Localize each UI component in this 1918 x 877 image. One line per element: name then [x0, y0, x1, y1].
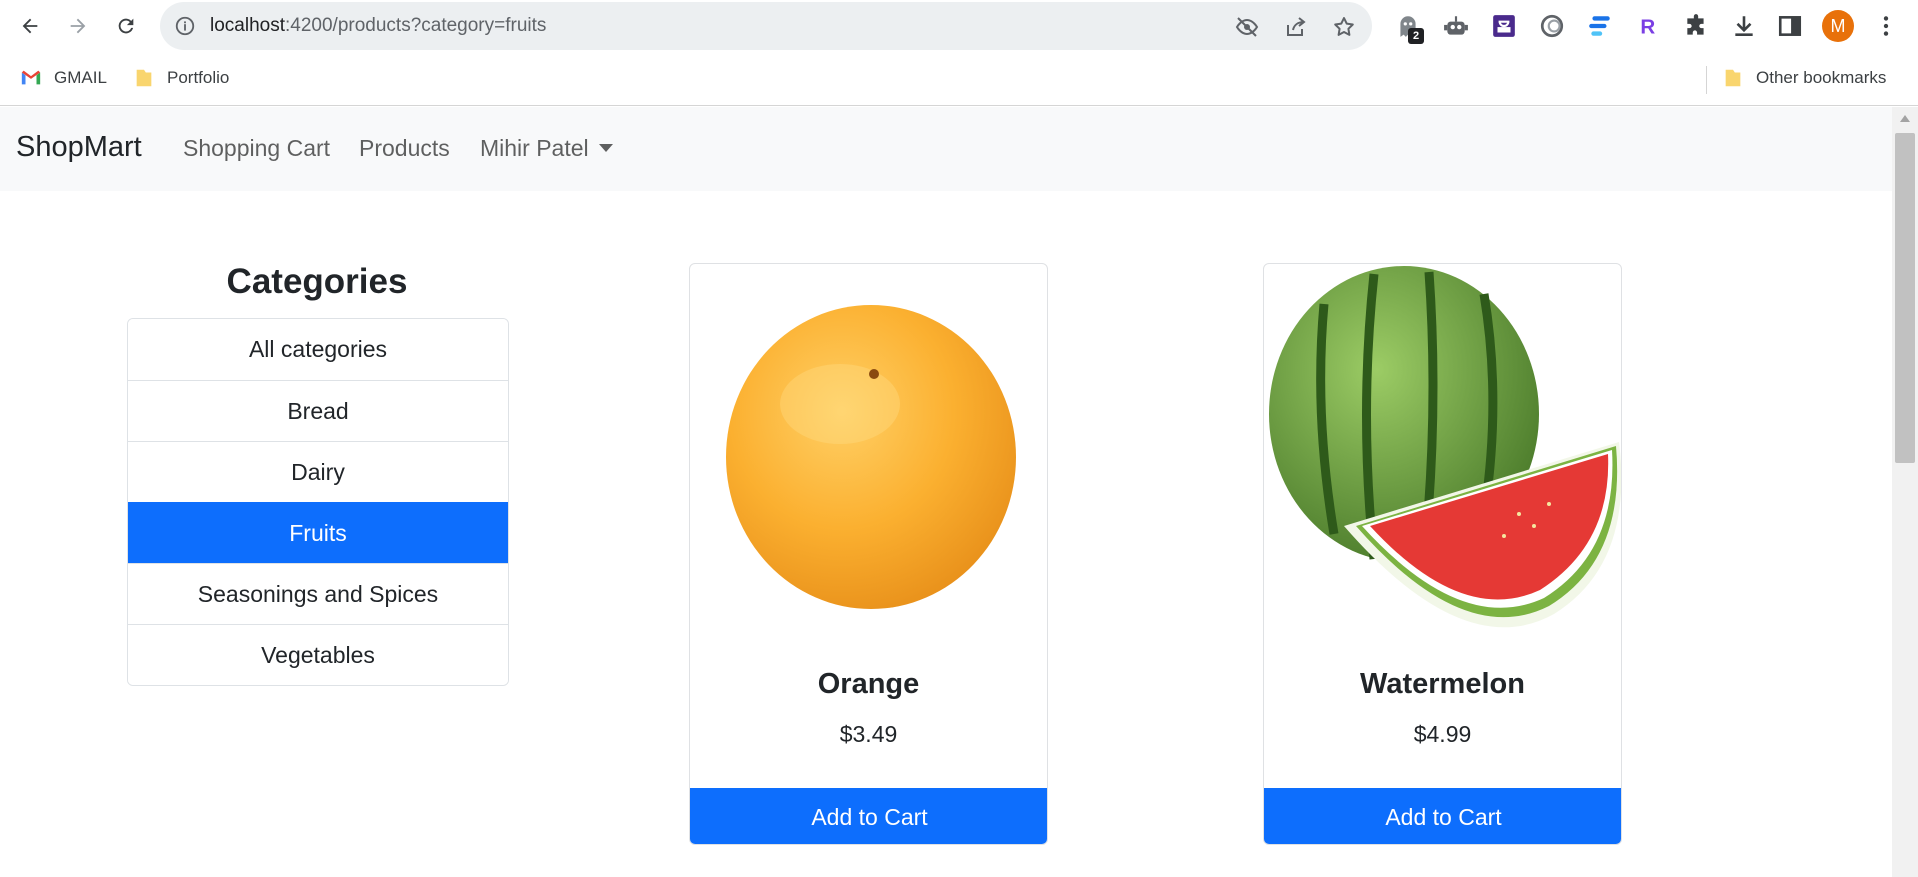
share-icon[interactable] [1284, 15, 1308, 39]
stripes-extension-button[interactable] [1586, 12, 1614, 40]
watermelon-image [1269, 266, 1621, 628]
spiral-extension-button[interactable] [1538, 12, 1566, 40]
bookmark-gmail[interactable]: GMAIL [20, 67, 107, 89]
folder-icon [1725, 69, 1741, 87]
user-menu-dropdown[interactable]: Mihir Patel [480, 135, 613, 162]
browser-menu-button[interactable] [1872, 12, 1900, 40]
puzzle-icon [1687, 14, 1704, 35]
extensions-button[interactable] [1682, 12, 1710, 40]
bag-icon [1493, 15, 1515, 37]
purple-extension-button[interactable] [1490, 12, 1518, 40]
side-panel-icon [1778, 16, 1802, 36]
robot-icon [1444, 16, 1468, 35]
product-name: Watermelon [1360, 668, 1525, 700]
brand-link[interactable]: ShopMart [16, 131, 142, 164]
gmail-icon [21, 70, 41, 85]
spiral-icon [1540, 14, 1564, 38]
star-icon[interactable] [1332, 15, 1356, 39]
bookmarks-bar: GMAIL Portfolio Other bookmarks [0, 52, 1918, 106]
info-icon[interactable] [174, 15, 196, 37]
back-button[interactable] [14, 10, 46, 42]
browser-toolbar: localhost:4200/products?category=fruits … [0, 0, 1918, 52]
side-panel-button[interactable] [1776, 12, 1804, 40]
scrollbar-thumb[interactable] [1895, 133, 1915, 463]
product-name: Orange [817, 668, 920, 700]
folder-icon [136, 69, 152, 87]
product-price: $3.49 [839, 721, 898, 747]
eye-off-icon[interactable] [1235, 15, 1259, 39]
site-navbar: ShopMart Shopping Cart Products Mihir Pa… [0, 107, 1892, 191]
category-fruits[interactable]: Fruits [128, 502, 508, 563]
category-vegetables[interactable]: Vegetables [128, 624, 508, 685]
category-list: All categories Bread Dairy Fruits Season… [127, 318, 509, 686]
page-scrollbar[interactable] [1892, 107, 1918, 877]
caret-down-icon [598, 144, 613, 152]
address-bar[interactable]: localhost:4200/products?category=fruits [160, 2, 1372, 50]
categories-heading: Categories [226, 262, 408, 301]
robot-extension-button[interactable] [1442, 12, 1470, 40]
url-text[interactable]: localhost:4200/products?category=fruits [210, 15, 546, 37]
bookmark-other-bookmarks[interactable]: Other bookmarks [1722, 67, 1886, 89]
stripes-icon [1589, 16, 1610, 36]
bookmark-label: GMAIL [54, 68, 107, 87]
add-to-cart-button[interactable]: Add to Cart [1264, 788, 1621, 844]
r-letter-icon: R [1640, 16, 1655, 39]
forward-button[interactable] [62, 10, 94, 42]
arrow-right-icon [70, 18, 86, 34]
profile-avatar[interactable]: M [1822, 10, 1854, 42]
reload-button[interactable] [110, 10, 142, 42]
bookmark-portfolio[interactable]: Portfolio [133, 67, 229, 89]
product-price: $4.99 [1413, 721, 1472, 747]
product-card-watermelon: Watermelon $4.99 Add to Cart [1263, 263, 1622, 845]
arrow-left-icon [22, 18, 38, 34]
r-extension-button[interactable]: R [1634, 12, 1662, 40]
category-seasonings[interactable]: Seasonings and Spices [128, 563, 508, 624]
ghost-extension-button[interactable]: 2 [1394, 12, 1424, 44]
orange-image [726, 305, 1016, 609]
user-name: Mihir Patel [480, 135, 589, 161]
url-path: :4200/products?category=fruits [285, 15, 547, 36]
add-to-cart-button[interactable]: Add to Cart [690, 788, 1047, 844]
bookmark-label: Portfolio [167, 68, 230, 87]
category-bread[interactable]: Bread [128, 380, 508, 441]
extension-badge: 2 [1408, 28, 1424, 44]
category-dairy[interactable]: Dairy [128, 441, 508, 502]
bookmark-label: Other bookmarks [1756, 68, 1887, 87]
product-card-orange: Orange $3.49 Add to Cart [689, 263, 1048, 845]
download-icon [1735, 16, 1753, 36]
web-page: ShopMart Shopping Cart Products Mihir Pa… [0, 107, 1892, 877]
url-host: localhost [210, 15, 285, 36]
reload-icon [118, 18, 134, 34]
bookmarks-divider [1706, 66, 1707, 94]
kebab-menu-icon [1883, 16, 1889, 36]
category-all[interactable]: All categories [128, 319, 508, 380]
nav-products[interactable]: Products [359, 135, 450, 162]
nav-shopping-cart[interactable]: Shopping Cart [183, 135, 330, 162]
svg-text:R: R [1640, 16, 1655, 39]
scroll-up-arrow-icon[interactable] [1900, 115, 1910, 122]
downloads-button[interactable] [1730, 12, 1758, 40]
